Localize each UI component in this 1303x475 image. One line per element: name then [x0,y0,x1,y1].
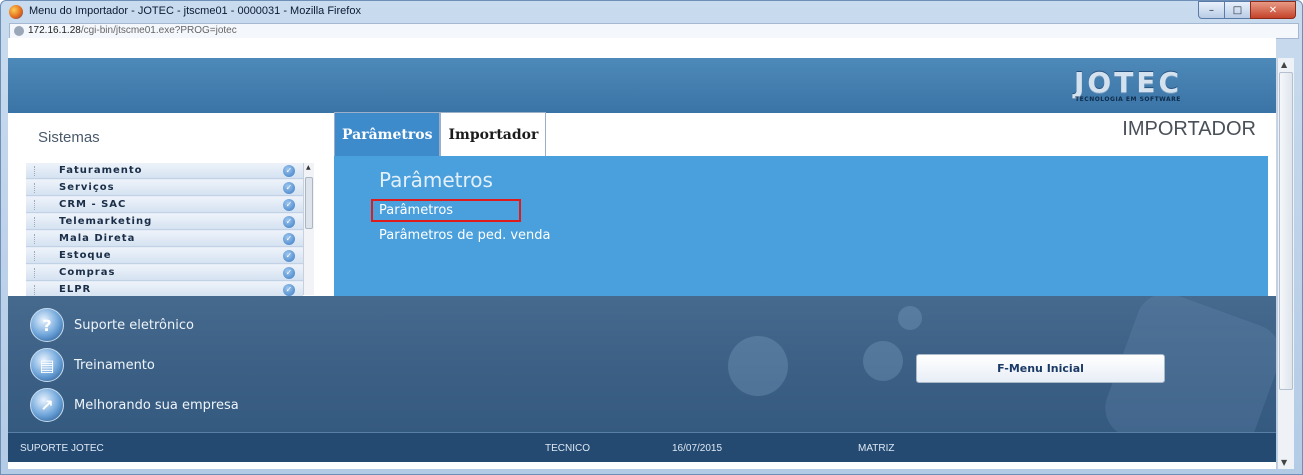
logo-tagline: TECNOLOGIA EM SOFTWARE [1075,96,1181,103]
support-area: ? Suporte eletrônico ▤ Treinamento ↗ Mel… [8,296,1276,432]
support-label: Treinamento [74,357,155,373]
maximize-button[interactable]: □ [1224,1,1251,19]
sidebar-item-label: Telemarketing [59,216,153,227]
status-bar: SUPORTE JOTEC TECNICO 16/07/2015 MATRIZ [8,432,1276,462]
page-scroll-thumb[interactable] [1279,72,1293,390]
help-icon: ? [30,308,64,342]
section-heading: Parâmetros [379,168,493,192]
support-item-melhorando[interactable]: ↗ Melhorando sua empresa [30,388,239,422]
sidebar-item-compras[interactable]: Compras ✓ [26,265,303,281]
close-button[interactable]: ✕ [1250,1,1296,19]
url-host: 172.16.1.28 [28,25,81,36]
status-branch: MATRIZ [858,443,895,454]
tab-bar: Parâmetros Importador [334,112,547,156]
grip-icon [34,183,36,193]
training-icon: ▤ [30,348,64,382]
link-parametros-ped-venda[interactable]: Parâmetros de ped. venda [379,228,551,243]
check-circle-icon: ✓ [283,233,295,245]
sidebar-item-label: Estoque [59,250,112,261]
scroll-up-arrow-icon[interactable]: ▲ [1281,60,1287,69]
status-date: 16/07/2015 [672,443,723,454]
url-path: /cgi-bin/jtscme01.exe?PROG=jotec [80,25,237,36]
logo-text: JOTEC [1074,66,1182,99]
status-user: TECNICO [545,443,590,454]
check-circle-icon: ✓ [283,216,295,228]
sidebar-item-estoque[interactable]: Estoque ✓ [26,248,303,264]
support-label: Suporte eletrônico [74,317,194,333]
grip-icon [34,217,36,227]
systems-list: Faturamento ✓ Serviços ✓ CRM - SAC ✓ Tel… [26,163,303,298]
growth-chart-icon: ↗ [30,388,64,422]
globe-icon [14,26,24,36]
sidebar-item-label: Faturamento [59,165,143,176]
title-bar: Menu do Importador - JOTEC - jtscme01 - … [1,1,1302,23]
systems-list-scrollbar[interactable]: ▲ [303,163,314,295]
sidebar-item-label: ELPR [59,284,92,295]
check-circle-icon: ✓ [283,284,295,296]
grip-icon [34,234,36,244]
main-panel: Parâmetros Parâmetros Parâmetros de ped.… [334,156,1268,296]
check-circle-icon: ✓ [283,267,295,279]
sidebar-item-crm-sac[interactable]: CRM - SAC ✓ [26,197,303,213]
window-title: Menu do Importador - JOTEC - jtscme01 - … [29,5,361,17]
grip-icon [34,166,36,176]
support-label: Melhorando sua empresa [74,397,239,413]
check-circle-icon: ✓ [283,250,295,262]
sidebar-item-servicos[interactable]: Serviços ✓ [26,180,303,196]
support-item-treinamento[interactable]: ▤ Treinamento [30,348,155,382]
support-item-eletronico[interactable]: ? Suporte eletrônico [30,308,194,342]
decorative-circle [728,336,788,396]
decorative-circle [863,341,903,381]
jotec-logo: JOTEC TECNOLOGIA EM SOFTWARE [1074,66,1182,104]
window-controls: – □ ✕ [1198,1,1296,19]
status-support: SUPORTE JOTEC [20,443,104,454]
grip-icon [34,268,36,278]
firefox-icon [9,5,23,19]
page-viewport: JOTEC TECNOLOGIA EM SOFTWARE Sistemas Fa… [8,38,1276,469]
link-parametros[interactable]: Parâmetros [379,203,453,218]
scroll-up-arrow-icon[interactable]: ▲ [306,164,311,171]
grip-icon [34,200,36,210]
menu-inicial-button[interactable]: F-Menu Inicial [916,354,1165,383]
sidebar-item-label: Mala Direta [59,233,136,244]
page-scrollbar[interactable]: ▲ ▼ [1277,58,1294,469]
tab-importador[interactable]: Importador [440,112,547,156]
minimize-button[interactable]: – [1198,1,1225,19]
module-title: IMPORTADOR [1122,118,1256,140]
sidebar-item-telemarketing[interactable]: Telemarketing ✓ [26,214,303,230]
sidebar-item-mala-direta[interactable]: Mala Direta ✓ [26,231,303,247]
sidebar-item-label: Compras [59,267,116,278]
check-circle-icon: ✓ [283,165,295,177]
sidebar-item-faturamento[interactable]: Faturamento ✓ [26,163,303,179]
sidebar-title: Sistemas [38,129,100,146]
address-bar[interactable]: 172.16.1.28/cgi-bin/jtscme01.exe?PROG=jo… [9,23,1299,39]
header-banner: JOTEC TECNOLOGIA EM SOFTWARE [8,58,1276,113]
grip-icon [34,285,36,295]
tab-parametros[interactable]: Parâmetros [334,112,441,156]
scroll-down-arrow-icon[interactable]: ▼ [1281,458,1287,467]
grip-icon [34,251,36,261]
check-circle-icon: ✓ [283,199,295,211]
decorative-circle [898,306,922,330]
check-circle-icon: ✓ [283,182,295,194]
sidebar-item-label: CRM - SAC [59,199,127,210]
sidebar-item-label: Serviços [59,182,115,193]
scroll-thumb[interactable] [305,177,313,229]
